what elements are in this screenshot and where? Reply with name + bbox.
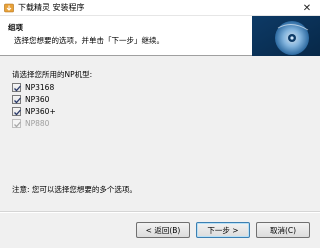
- model-prompt: 请选择您所用的NP机型:: [12, 70, 93, 79]
- option-label: NP880: [25, 118, 50, 128]
- checkmark-icon: [14, 121, 21, 127]
- checkbox[interactable]: [12, 94, 21, 104]
- cancel-button[interactable]: 取消(C): [256, 222, 310, 238]
- option-np3168[interactable]: NP3168: [12, 81, 54, 93]
- footer-divider-highlight: [0, 212, 320, 213]
- option-label: NP360+: [25, 106, 56, 116]
- app-icon: [4, 3, 14, 13]
- close-button[interactable]: ✕: [294, 0, 320, 16]
- page-title: 组项: [8, 23, 23, 32]
- checkbox[interactable]: [12, 82, 21, 92]
- page-subtitle: 选择您想要的选项，并单击「下一步」继续。: [14, 36, 164, 45]
- checkmark-icon: [14, 85, 21, 91]
- header-banner: 组项 选择您想要的选项，并单击「下一步」继续。: [0, 16, 320, 56]
- option-np880: NP880: [12, 117, 49, 129]
- option-np360[interactable]: NP360: [12, 93, 49, 105]
- installer-window: 下载精灵 安装程序 ✕ 组项 选择您想要的选项，并单击「下一步」继续。 请选择您…: [0, 0, 320, 248]
- title-bar: 下载精灵 安装程序 ✕: [0, 0, 320, 16]
- window-title: 下载精灵 安装程序: [18, 3, 85, 12]
- checkbox-disabled: [12, 118, 21, 128]
- back-button[interactable]: < 返回(B): [136, 222, 190, 238]
- option-label: NP3168: [25, 82, 55, 92]
- checkmark-icon: [14, 109, 21, 115]
- option-label: NP360: [25, 94, 50, 104]
- checkbox[interactable]: [12, 106, 21, 116]
- close-icon: ✕: [302, 2, 312, 14]
- disc-banner-graphic: [252, 16, 320, 56]
- next-button[interactable]: 下一步 >: [196, 222, 250, 238]
- checkmark-icon: [14, 97, 21, 103]
- note-text: 注意: 您可以选择您想要的多个选项。: [12, 185, 137, 194]
- option-np360-plus[interactable]: NP360+: [12, 105, 56, 117]
